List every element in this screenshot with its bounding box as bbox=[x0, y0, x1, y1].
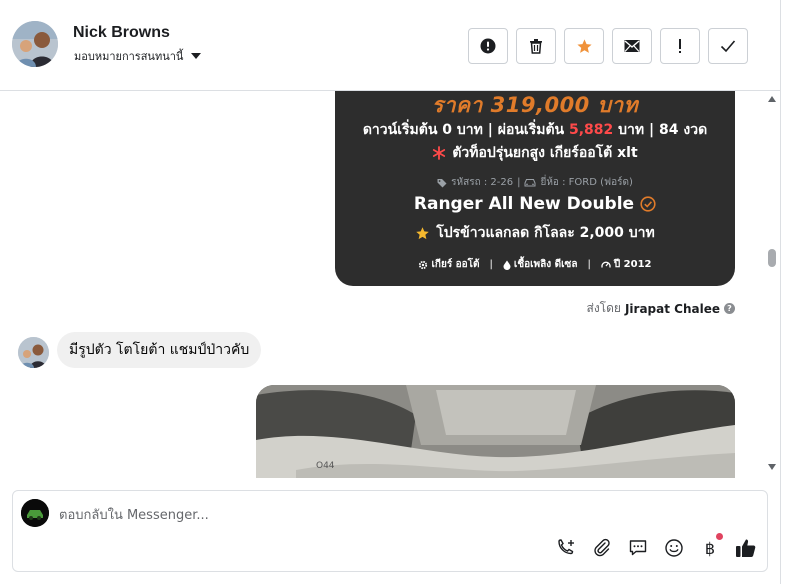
star-icon bbox=[416, 226, 429, 239]
attach-button[interactable] bbox=[591, 537, 613, 559]
sender-name: Jirapat Chalee bbox=[624, 301, 720, 316]
car-photo-message[interactable]: O44 bbox=[256, 385, 735, 478]
finance-line: ดาวน์เริ่มต้น 0 บาท | ผ่อนเริ่มต้น 5,882… bbox=[362, 122, 708, 138]
mark-spam-button[interactable] bbox=[468, 28, 508, 64]
fuel-drop-icon bbox=[503, 260, 511, 270]
delete-button[interactable] bbox=[516, 28, 556, 64]
monthly-amount: 5,882 bbox=[569, 122, 614, 138]
notification-dot bbox=[716, 533, 723, 540]
assign-conversation-dropdown[interactable]: มอบหมายการสนทนานี้ bbox=[74, 47, 202, 65]
speedometer-icon bbox=[601, 261, 611, 268]
phone-add-icon bbox=[558, 539, 574, 555]
car-listing-card[interactable]: ราคา 319,000 บาท ดาวน์เริ่มต้น 0 บาท | ผ… bbox=[335, 91, 735, 286]
listing-meta: รหัสรถ : 2-26 | ยี่ห้อ : FORD (ฟอร์ด) bbox=[335, 175, 735, 190]
spec-gear: เกียร์ ออโต้ bbox=[418, 257, 480, 272]
asterisk-icon bbox=[433, 146, 446, 160]
thread-scrollbar[interactable] bbox=[765, 91, 780, 478]
gear-icon bbox=[419, 260, 428, 269]
message-thread[interactable]: ราคา 319,000 บาท ดาวน์เริ่มต้น 0 บาท | ผ… bbox=[0, 91, 765, 478]
scroll-up-arrow-icon[interactable] bbox=[768, 96, 776, 102]
page-avatar bbox=[21, 499, 49, 527]
star-button[interactable] bbox=[564, 28, 604, 64]
composer-actions: ฿ bbox=[555, 533, 757, 559]
incoming-message[interactable]: มีรูปตัว โตโยต้า แชมป์ป่าวคับ bbox=[57, 332, 262, 368]
star-icon bbox=[576, 38, 592, 53]
side-panel-edge bbox=[781, 0, 788, 584]
verified-check-icon bbox=[640, 196, 656, 212]
listing-specs: เกียร์ ออโต้ | เชื้อเพลิง ดีเซล | ปี 201… bbox=[335, 257, 735, 272]
spec-year: ปี 2012 bbox=[601, 257, 652, 272]
emoji-icon bbox=[665, 539, 683, 557]
like-button[interactable] bbox=[735, 537, 757, 559]
contact-name: Nick Browns bbox=[73, 24, 170, 41]
follow-up-button[interactable] bbox=[660, 28, 700, 64]
checkmark-icon bbox=[720, 40, 736, 53]
assign-label: มอบหมายการสนทนานี้ bbox=[74, 50, 184, 63]
contact-avatar[interactable] bbox=[12, 21, 58, 67]
saved-replies-button[interactable] bbox=[627, 537, 649, 559]
feature-line: ตัวท็อปรุ่นยกสูง เกียร์ออโต้ xlt bbox=[335, 142, 735, 164]
call-button[interactable] bbox=[555, 537, 577, 559]
scrollbar-thumb[interactable] bbox=[768, 249, 776, 267]
conversation-toolbar bbox=[468, 28, 748, 64]
car-icon bbox=[524, 179, 536, 187]
reply-composer: ฿ bbox=[12, 490, 768, 572]
mark-done-button[interactable] bbox=[708, 28, 748, 64]
mark-unread-button[interactable] bbox=[612, 28, 652, 64]
listing-model: Ranger All New Double bbox=[335, 194, 735, 214]
reply-input[interactable] bbox=[59, 505, 659, 525]
chat-bubble-icon bbox=[629, 540, 647, 556]
thumbs-up-icon bbox=[736, 539, 756, 557]
alert-circle-icon bbox=[480, 38, 496, 54]
listing-promo: โปรข้าวแลกลด กิโลละ 2,000 บาท bbox=[335, 222, 735, 244]
paperclip-icon bbox=[594, 538, 610, 557]
conversation-header: Nick Browns มอบหมายการสนทนานี้ bbox=[0, 0, 780, 91]
caret-down-icon bbox=[191, 53, 202, 59]
trash-icon bbox=[530, 39, 542, 54]
payment-button[interactable]: ฿ bbox=[699, 533, 723, 559]
scroll-down-arrow-icon[interactable] bbox=[768, 464, 776, 470]
contact-avatar-small[interactable] bbox=[18, 337, 49, 368]
sent-by-label: ส่งโดย Jirapat Chalee ? bbox=[587, 299, 735, 318]
svg-text:O44: O44 bbox=[316, 461, 335, 471]
spec-fuel: เชื้อเพลิง ดีเซล bbox=[503, 257, 577, 272]
tag-icon bbox=[437, 178, 447, 187]
envelope-icon bbox=[624, 40, 640, 52]
exclamation-icon bbox=[679, 39, 681, 53]
emoji-button[interactable] bbox=[663, 537, 685, 559]
baht-icon: ฿ bbox=[704, 538, 716, 558]
listing-price: ราคา 319,000 บาท bbox=[431, 93, 639, 117]
help-icon[interactable]: ? bbox=[724, 303, 735, 314]
